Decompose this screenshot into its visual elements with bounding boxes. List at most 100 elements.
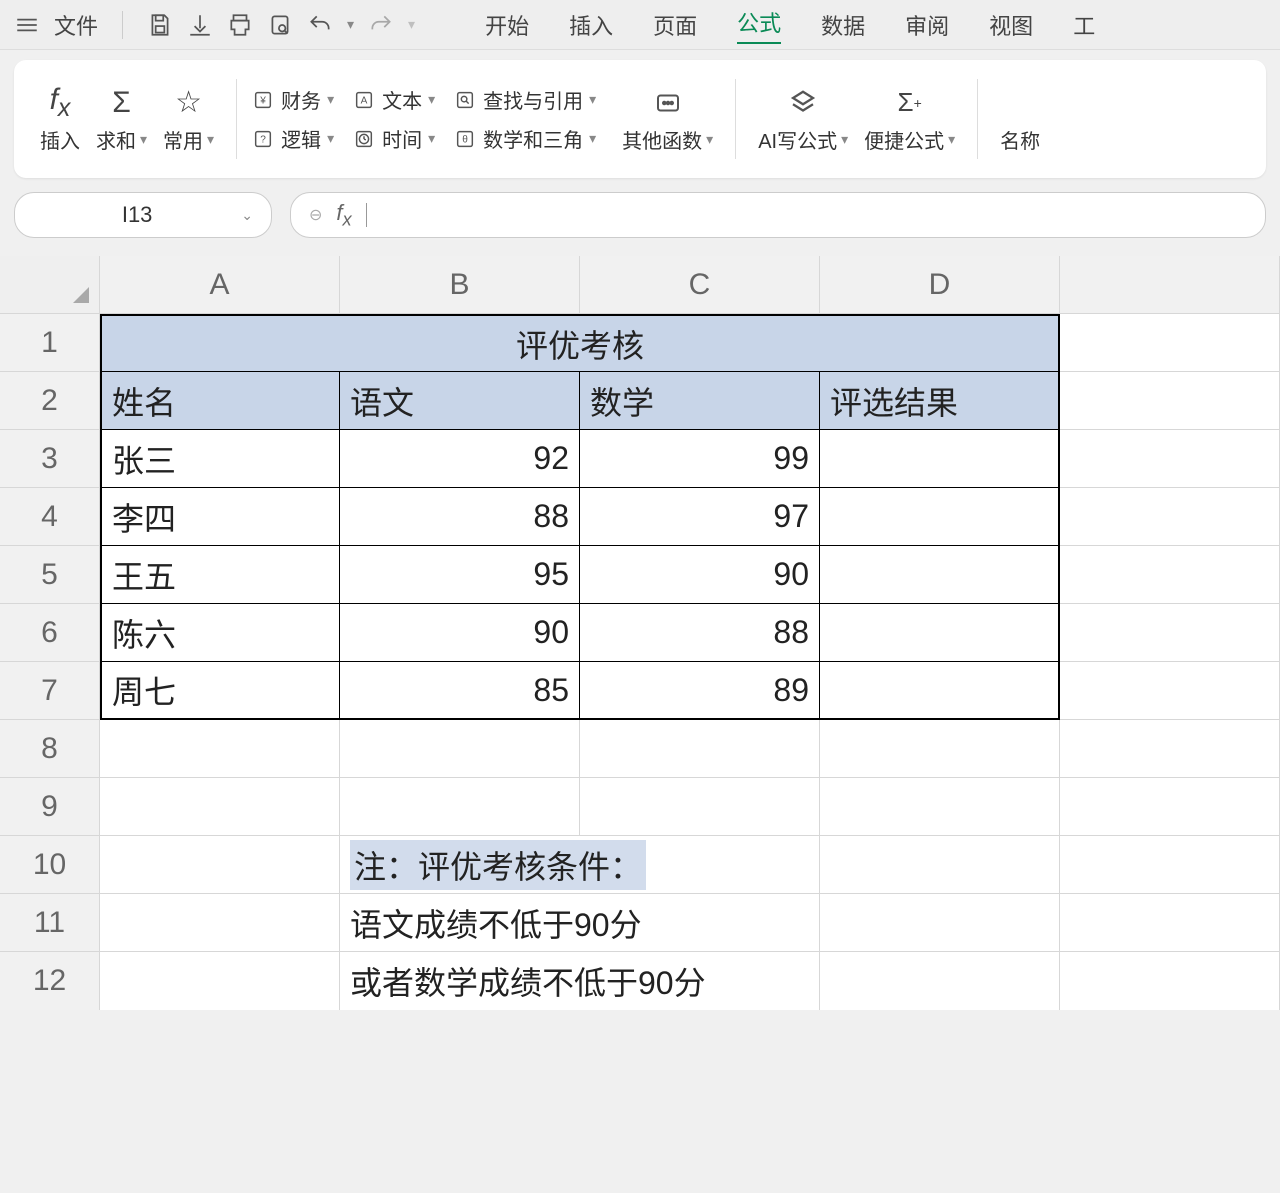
cell-B9[interactable] — [340, 778, 580, 836]
row-header-8[interactable]: 8 — [0, 720, 100, 778]
cell-B6[interactable]: 90 — [340, 604, 580, 662]
col-header-E[interactable] — [1060, 256, 1280, 314]
cell-E3[interactable] — [1060, 430, 1280, 488]
cell-D9[interactable] — [820, 778, 1060, 836]
cell-A10[interactable] — [100, 836, 340, 894]
cell-D11[interactable] — [820, 894, 1060, 952]
cell-D8[interactable] — [820, 720, 1060, 778]
cell-E2[interactable] — [1060, 372, 1280, 430]
file-menu[interactable]: 文件 — [54, 9, 98, 41]
tab-page[interactable]: 页面 — [653, 9, 697, 41]
cell-D6[interactable] — [820, 604, 1060, 662]
col-header-D[interactable]: D — [820, 256, 1060, 314]
redo-icon[interactable] — [368, 12, 394, 38]
header-chinese[interactable]: 语文 — [340, 372, 580, 430]
cell-E10[interactable] — [1060, 836, 1280, 894]
note-line1-cell[interactable]: 语文成绩不低于90分 — [340, 894, 820, 952]
cell-C8[interactable] — [580, 720, 820, 778]
select-all-corner[interactable] — [0, 256, 100, 314]
col-header-B[interactable]: B — [340, 256, 580, 314]
col-header-A[interactable]: A — [100, 256, 340, 314]
row-header-3[interactable]: 3 — [0, 430, 100, 488]
cell-E12[interactable] — [1060, 952, 1280, 1010]
time-button[interactable]: 时间▾ — [352, 124, 435, 153]
ai-formula-button[interactable]: AI写公式▾ — [750, 85, 856, 154]
tab-view[interactable]: 视图 — [989, 9, 1033, 41]
cell-B8[interactable] — [340, 720, 580, 778]
logic-button[interactable]: ? 逻辑▾ — [251, 124, 334, 153]
row-header-6[interactable]: 6 — [0, 604, 100, 662]
row-header-7[interactable]: 7 — [0, 662, 100, 720]
other-functions-button[interactable]: 其他函数▾ — [614, 85, 721, 154]
cell-A5[interactable]: 王五 — [100, 546, 340, 604]
cell-A4[interactable]: 李四 — [100, 488, 340, 546]
export-icon[interactable] — [187, 12, 213, 38]
cell-E6[interactable] — [1060, 604, 1280, 662]
cell-B3[interactable]: 92 — [340, 430, 580, 488]
cell-A3[interactable]: 张三 — [100, 430, 340, 488]
cell-C4[interactable]: 97 — [580, 488, 820, 546]
cell-E9[interactable] — [1060, 778, 1280, 836]
row-header-2[interactable]: 2 — [0, 372, 100, 430]
redo-dropdown[interactable]: ▾ — [408, 16, 415, 33]
name-manager-button[interactable]: 名称 — [992, 85, 1040, 154]
undo-icon[interactable] — [307, 12, 333, 38]
cell-B7[interactable]: 85 — [340, 662, 580, 720]
row-header-12[interactable]: 12 — [0, 952, 100, 1010]
cell-D12[interactable] — [820, 952, 1060, 1010]
spreadsheet-grid[interactable]: A B C D 1 评优考核 2 姓名 语文 数学 评选结果 3 张三 92 9… — [0, 256, 1280, 1010]
row-header-9[interactable]: 9 — [0, 778, 100, 836]
fx-symbol-icon[interactable]: fx — [336, 200, 351, 230]
cell-E1[interactable] — [1060, 314, 1280, 372]
cell-D7[interactable] — [820, 662, 1060, 720]
cell-D4[interactable] — [820, 488, 1060, 546]
cell-C3[interactable]: 99 — [580, 430, 820, 488]
cell-A9[interactable] — [100, 778, 340, 836]
cell-D5[interactable] — [820, 546, 1060, 604]
preview-icon[interactable] — [267, 12, 293, 38]
undo-dropdown[interactable]: ▾ — [347, 16, 354, 33]
cell-D10[interactable] — [820, 836, 1060, 894]
math-button[interactable]: θ 数学和三角▾ — [453, 124, 596, 153]
tab-insert[interactable]: 插入 — [569, 9, 613, 41]
name-box[interactable]: I13 ⌄ — [14, 192, 272, 238]
cell-E4[interactable] — [1060, 488, 1280, 546]
tab-data[interactable]: 数据 — [821, 9, 865, 41]
cell-A12[interactable] — [100, 952, 340, 1010]
row-header-10[interactable]: 10 — [0, 836, 100, 894]
quick-formula-button[interactable]: Σ+ 便捷公式▾ — [856, 85, 963, 154]
col-header-C[interactable]: C — [580, 256, 820, 314]
namebox-dropdown-icon[interactable]: ⌄ — [241, 207, 253, 224]
print-icon[interactable] — [227, 12, 253, 38]
row-header-1[interactable]: 1 — [0, 314, 100, 372]
cell-E5[interactable] — [1060, 546, 1280, 604]
cell-C9[interactable] — [580, 778, 820, 836]
tab-formula[interactable]: 公式 — [737, 6, 781, 44]
common-button[interactable]: ☆ 常用▾ — [155, 85, 222, 154]
header-math[interactable]: 数学 — [580, 372, 820, 430]
cell-D3[interactable] — [820, 430, 1060, 488]
note-line2-cell[interactable]: 或者数学成绩不低于90分 — [340, 952, 820, 1010]
sum-button[interactable]: Σ 求和▾ — [88, 85, 155, 154]
save-icon[interactable] — [147, 12, 173, 38]
cell-C5[interactable]: 90 — [580, 546, 820, 604]
cell-C6[interactable]: 88 — [580, 604, 820, 662]
row-header-4[interactable]: 4 — [0, 488, 100, 546]
row-header-11[interactable]: 11 — [0, 894, 100, 952]
hamburger-icon[interactable] — [14, 12, 40, 38]
insert-function-button[interactable]: fx 插入 — [32, 85, 88, 154]
cell-E7[interactable] — [1060, 662, 1280, 720]
cell-E11[interactable] — [1060, 894, 1280, 952]
note-label-cell[interactable]: 注：评优考核条件： — [340, 836, 820, 894]
cell-B5[interactable]: 95 — [340, 546, 580, 604]
header-name[interactable]: 姓名 — [100, 372, 340, 430]
formula-input[interactable]: ⊖ fx — [290, 192, 1266, 238]
cell-E8[interactable] — [1060, 720, 1280, 778]
cell-A7[interactable]: 周七 — [100, 662, 340, 720]
cell-C7[interactable]: 89 — [580, 662, 820, 720]
title-cell[interactable]: 评优考核 — [100, 314, 1060, 372]
finance-button[interactable]: ¥ 财务▾ — [251, 85, 334, 114]
cell-A11[interactable] — [100, 894, 340, 952]
cell-A6[interactable]: 陈六 — [100, 604, 340, 662]
cell-B4[interactable]: 88 — [340, 488, 580, 546]
